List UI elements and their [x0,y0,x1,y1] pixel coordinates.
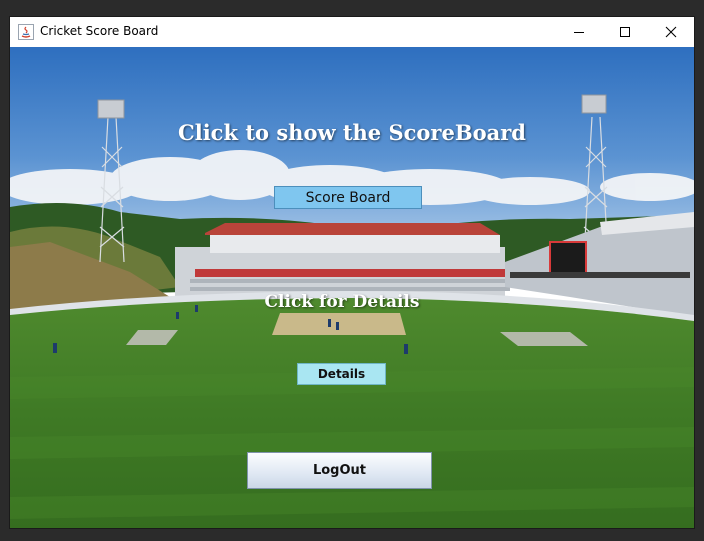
maximize-icon[interactable] [602,17,648,47]
java-app-icon [18,24,34,40]
logout-button[interactable]: LogOut [247,452,432,489]
window-title: Cricket Score Board [40,24,159,38]
close-icon[interactable] [648,17,694,47]
app-window: Cricket Score Board Click to show the Sc… [10,17,694,528]
title-bar[interactable]: Cricket Score Board [10,17,694,47]
scoreboard-prompt: Click to show the ScoreBoard [178,120,526,145]
minimize-icon[interactable] [556,17,602,47]
details-prompt: Click for Details [264,292,420,312]
details-button[interactable]: Details [297,363,386,385]
stadium-background: Click to show the ScoreBoard Score Board… [10,47,694,528]
scoreboard-button[interactable]: Score Board [274,186,422,209]
